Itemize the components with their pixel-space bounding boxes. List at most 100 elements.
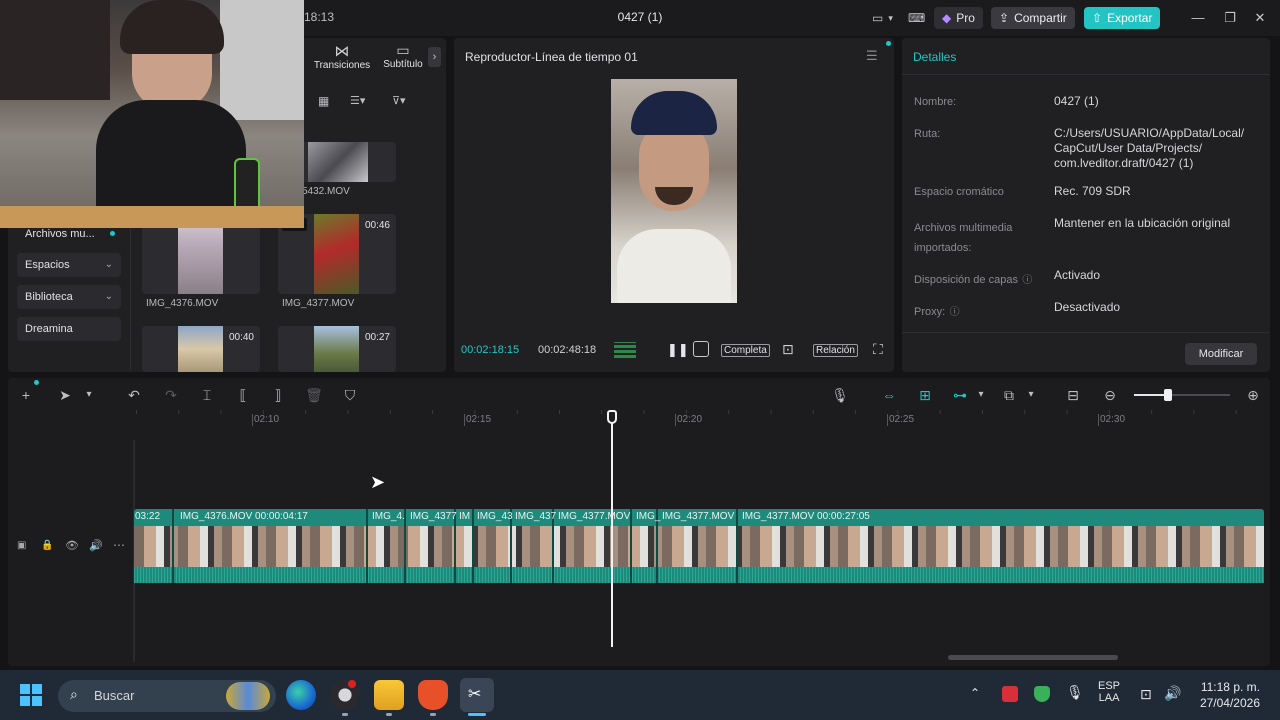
file-explorer-icon[interactable] [374, 680, 404, 710]
clip-label: IMG_4377.MOV 00:00:27:05 [742, 511, 870, 522]
detail-value-layers: Activado [1054, 268, 1101, 282]
marker-icon[interactable]: ⛉ [341, 386, 359, 404]
video-cap [631, 91, 717, 135]
sort-button[interactable]: ☰▾ [350, 94, 365, 107]
detail-label: Disposición de capas [914, 274, 1018, 286]
full-quality-button[interactable]: Completa [721, 344, 770, 357]
cover-icon[interactable]: ▣ [17, 540, 26, 551]
zoom-slider-handle[interactable] [1164, 389, 1172, 401]
brave-icon[interactable] [418, 680, 448, 710]
magnet-icon[interactable]: ⊞ [914, 386, 936, 404]
delete-icon[interactable]: 🗑 [305, 386, 323, 404]
sidebar-item-dreamina[interactable]: Dreamina [17, 317, 121, 341]
fit-timeline-icon[interactable]: ⊟ [1064, 386, 1082, 404]
share-icon: ⇪ [999, 11, 1010, 25]
edge-icon[interactable] [286, 680, 316, 710]
running-app-indicator [342, 713, 348, 716]
microphone-tray-icon[interactable]: 🎙 [1066, 684, 1084, 701]
sidebar-item-label: Dreamina [25, 323, 73, 335]
trim-right-icon[interactable]: ⟧ [269, 386, 287, 404]
chevron-down-icon: ⌄ [104, 291, 113, 302]
language-indicator[interactable]: ESP LAA [1098, 680, 1120, 704]
zoom-in-icon[interactable]: ⊕ [1244, 386, 1262, 404]
select-tool-icon[interactable]: ➤ [56, 386, 74, 404]
modify-button[interactable]: Modificar [1185, 343, 1257, 365]
capcut-taskbar-button[interactable]: ✂ [460, 678, 494, 712]
windows-start-icon[interactable] [20, 684, 42, 706]
speaker-icon[interactable]: 🔊 [89, 539, 103, 552]
media-thumbnail [314, 214, 359, 294]
chevron-down-icon[interactable]: ▾ [1022, 386, 1040, 404]
tab-transitions[interactable]: ⋈ Transiciones [312, 42, 372, 74]
network-icon[interactable]: ⊡ [1140, 686, 1152, 703]
fullscreen-icon[interactable]: ⛶ [873, 341, 883, 358]
playhead[interactable] [611, 411, 613, 647]
grid-view-icon[interactable]: ▦ [318, 94, 329, 108]
running-app-indicator [430, 713, 436, 716]
preview-axis-icon[interactable]: ⧉ [1000, 386, 1018, 404]
taskbar-search[interactable]: ⌕ Buscar [58, 680, 276, 712]
sidebar-item-espacios[interactable]: Espacios ⌄ [17, 253, 121, 277]
chevron-up-icon[interactable]: ⌃ [970, 686, 980, 700]
clock[interactable]: 11:18 p. m. 27/04/2026 [1196, 680, 1260, 710]
detail-label: Nombre: [914, 96, 957, 108]
player-menu-icon[interactable]: ☰ [866, 48, 878, 64]
quality-icon[interactable] [693, 341, 709, 357]
close-button[interactable]: ✕ [1250, 8, 1270, 28]
filter-button[interactable]: ⊽▾ [392, 94, 406, 107]
zoom-fit-icon[interactable]: ⊡ [782, 341, 794, 358]
details-divider [902, 74, 1270, 75]
sidebar-item-biblioteca[interactable]: Biblioteca ⌄ [17, 285, 121, 309]
playhead-handle[interactable] [607, 410, 617, 424]
export-button[interactable]: ⇧ Exportar [1084, 7, 1161, 29]
current-time: 00:02:18:15 [461, 344, 520, 356]
minimize-button[interactable]: — [1188, 8, 1208, 28]
share-label: Compartir [1014, 11, 1067, 25]
ruler-major-tick [252, 414, 253, 426]
eye-icon[interactable]: 👁 [65, 539, 79, 552]
info-icon[interactable]: ⓘ [950, 307, 960, 318]
tab-subtitles[interactable]: ▭ Subtítulo [380, 42, 426, 74]
player-title: Reproductor-Línea de tiempo 01 [465, 50, 638, 64]
media-item[interactable]: 00:27 [278, 326, 396, 372]
tabs-scroll-right-button[interactable]: › [428, 47, 441, 67]
ratio-button[interactable]: Relación [813, 344, 858, 357]
zoom-out-icon[interactable]: ⊖ [1101, 386, 1119, 404]
split-icon[interactable]: ⌶ [198, 386, 216, 404]
lock-icon[interactable]: 🔒 [41, 540, 53, 551]
media-item-name: IMG_4376.MOV [146, 298, 219, 309]
security-shield-icon[interactable] [1034, 686, 1050, 702]
detail-value-name: 0427 (1) [1054, 94, 1099, 108]
keyboard-icon: ⌨ [908, 11, 926, 25]
media-duration: 00:40 [228, 332, 254, 343]
link-icon[interactable]: ⊶ [949, 386, 971, 404]
link-main-track-icon[interactable]: ⇔ [878, 386, 900, 404]
webcam-hair [120, 0, 224, 54]
shortcuts-button[interactable]: ⌨ [900, 7, 933, 29]
info-icon[interactable]: ⓘ [1022, 275, 1032, 286]
trim-left-icon[interactable]: ⟦ [234, 386, 252, 404]
media-thumbnail [314, 326, 359, 372]
redo-icon[interactable]: ↷ [162, 386, 180, 404]
clip-label: 03:22 [135, 511, 161, 522]
pause-button[interactable]: ❚❚ [667, 342, 689, 358]
undo-icon[interactable]: ↶ [125, 386, 143, 404]
chevron-down-icon[interactable]: ▾ [80, 386, 98, 404]
layout-button[interactable]: ▭ ▾ [864, 7, 901, 29]
media-item[interactable]: 00:40 [142, 326, 260, 372]
more-icon[interactable]: ⋯ [113, 538, 125, 552]
details-divider [902, 332, 1270, 333]
chevron-down-icon[interactable]: ▾ [972, 386, 990, 404]
timeline-scrollbar[interactable] [948, 655, 1118, 660]
pro-button[interactable]: ◆ Pro [934, 7, 983, 29]
zoom-slider-track[interactable] [1134, 389, 1230, 401]
maximize-button[interactable]: ❐ [1220, 8, 1240, 28]
sidebar-item-label: Espacios [25, 259, 70, 271]
microphone-icon[interactable]: 🎙 [831, 386, 849, 404]
volume-icon[interactable]: 🔊 [1164, 685, 1181, 702]
ruler-major-tick [887, 414, 888, 426]
share-button[interactable]: ⇪ Compartir [991, 7, 1075, 29]
video-shirt [617, 229, 731, 303]
add-track-button[interactable]: + [17, 386, 35, 404]
amd-icon[interactable] [1002, 686, 1018, 702]
